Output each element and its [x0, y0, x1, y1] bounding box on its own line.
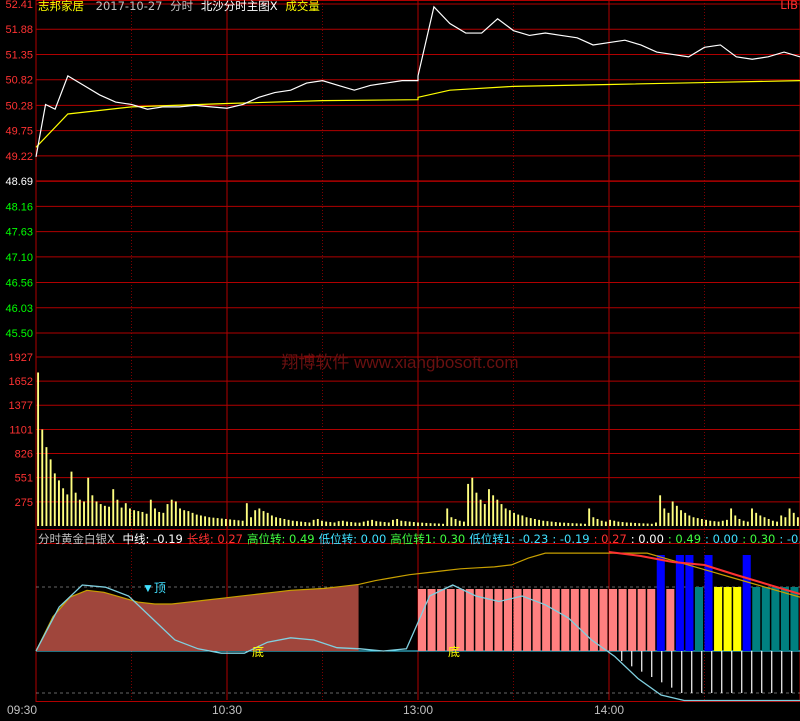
time-tick-label: 09:30	[7, 703, 37, 717]
indicator-value: : 0.49	[667, 532, 702, 546]
indicator-value: : -0.23	[779, 532, 800, 546]
indicator-band	[714, 587, 723, 651]
indicator-band	[609, 589, 618, 651]
indicator-value: 低位转: 0.00	[318, 532, 387, 546]
price-tick-label: 48.69	[5, 176, 33, 188]
price-tick-label: 47.63	[5, 227, 33, 239]
indicator-band	[561, 589, 570, 651]
price-tick-label: 47.10	[5, 252, 33, 264]
volume-tick-label: 1652	[9, 376, 33, 388]
price-tick-label: 45.50	[5, 328, 33, 340]
indicator-band	[723, 587, 732, 651]
indicator-band	[456, 589, 465, 651]
indicator-band	[542, 589, 551, 651]
indicator-header: 分时黄金白银X 中线: -0.19 长线: 0.27 高位转: 0.49 低位转: 0…	[38, 531, 800, 547]
indicator-band	[780, 587, 789, 651]
time-tick-label: 10:30	[212, 703, 242, 717]
indicator-band	[742, 555, 751, 651]
price-tick-label: 50.28	[5, 100, 33, 112]
indicator-band	[580, 589, 589, 651]
indicator-band	[637, 589, 646, 651]
indicator-band	[532, 589, 541, 651]
indicator-value: : 0.27	[593, 532, 627, 546]
corner-mark: LIB	[780, 0, 798, 12]
indicator-value: : 0.00	[630, 532, 664, 546]
indicator-value: 中线: -0.19	[122, 532, 183, 546]
price-tick-label: 49.75	[5, 126, 33, 138]
price-tick-label: 51.88	[5, 24, 33, 36]
chart-canvas: 52.41 51.88 51.35 50.82 50.28 49.75 49.22 48.69…	[5, 0, 800, 717]
volume-tick-label: 1101	[9, 424, 33, 436]
price-tick-label: 49.22	[5, 151, 33, 163]
indicator-band	[551, 589, 560, 651]
time-tick-label: 14:00	[594, 703, 624, 717]
indicator-band	[628, 589, 637, 651]
watermark: 翔博软件 www.xiangbosoft.com	[281, 353, 518, 372]
indicator-band	[446, 589, 455, 651]
indicator-band	[685, 555, 694, 651]
indicator-band	[761, 587, 770, 651]
indicator-value: 长线: 0.27	[186, 532, 243, 546]
indicator-value: 高位转: 0.49	[246, 532, 315, 546]
volume-label: 成交量	[285, 0, 320, 13]
price-tick-label: 51.35	[5, 49, 33, 61]
indicator-band	[666, 589, 675, 651]
indicator-band	[437, 589, 446, 651]
indicator-band	[694, 587, 703, 651]
indicator-value: : 0.00	[705, 532, 739, 546]
chart-header: 志邦家居 2017-10-27 分时 北沙分时主图X 成交量	[38, 0, 320, 14]
indicator-brown-area	[36, 584, 359, 651]
price-tick-label: 52.41	[5, 0, 33, 11]
indicator-band	[771, 587, 780, 651]
top-marker: ▼顶	[142, 581, 166, 595]
indicator-band	[675, 555, 684, 651]
stock-name[interactable]: 志邦家居	[38, 0, 84, 13]
indicator-band	[570, 589, 579, 651]
volume-tick-label: 1377	[9, 400, 33, 412]
indicator-band	[494, 589, 503, 651]
chart-mode: 分时	[170, 0, 194, 13]
volume-tick-label: 275	[15, 497, 33, 509]
price-tick-label: 46.03	[5, 303, 33, 315]
indicator-band	[465, 589, 474, 651]
indicator-value: 低位转1: -0.23	[469, 532, 549, 546]
bottom-marker: 底	[252, 644, 264, 659]
indicator-band	[733, 587, 742, 651]
indicator-band	[618, 589, 627, 651]
indicator-name[interactable]: 分时黄金白银X	[38, 532, 115, 546]
indicator-value: : 0.30	[742, 532, 776, 546]
price-tick-label: 46.56	[5, 278, 33, 290]
indicator-band	[599, 589, 608, 651]
indicator-value: : -0.19	[552, 532, 590, 546]
indicator-values: 中线: -0.19 长线: 0.27 高位转: 0.49 低位转: 0.00 高位转1:…	[119, 532, 800, 546]
volume-tick-label: 826	[15, 449, 33, 461]
chart-date: 2017-10-27	[95, 0, 163, 13]
indicator-value: 高位转1: 0.30	[390, 532, 466, 546]
bottom-marker: 底	[448, 644, 460, 659]
price-tick-label: 50.82	[5, 75, 33, 87]
time-tick-label: 13:00	[403, 703, 433, 717]
indicator-band	[647, 589, 656, 651]
indicator-band	[656, 555, 665, 651]
indicator-band	[752, 587, 761, 651]
price-tick-label: 48.16	[5, 201, 33, 213]
volume-tick-label: 1927	[9, 352, 33, 364]
indicator-band	[475, 589, 484, 651]
volume-tick-label: 551	[15, 473, 33, 485]
formula-name[interactable]: 北沙分时主图X	[201, 0, 278, 13]
